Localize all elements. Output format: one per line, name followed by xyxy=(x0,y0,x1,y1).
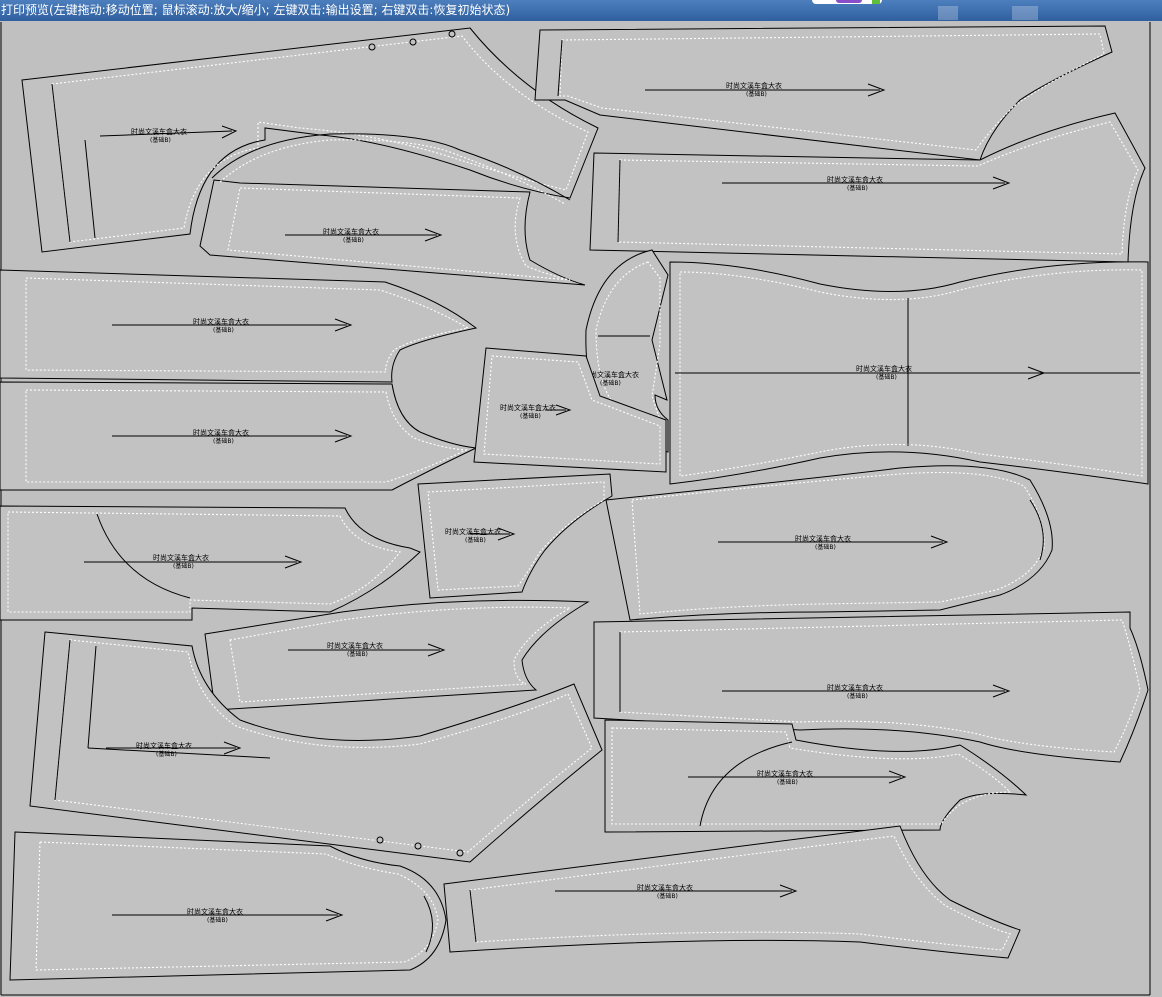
pattern-piece-10[interactable]: 时尚文溪车盒大衣 (基础B) xyxy=(0,505,421,621)
piece-label: 时尚文溪车盒大衣 xyxy=(856,364,912,373)
piece-sublabel: (基础B) xyxy=(213,437,234,445)
window-title: 打印预览(左键拖动:移动位置; 鼠标滚动:放大/缩小; 左键双击:输出设置; 右… xyxy=(1,3,511,17)
pattern-layout[interactable]: 时尚文溪车盒大衣 (基础B) 时尚文溪车盒大衣 (基础B) 时尚文溪车盒大衣 (… xyxy=(0,21,1162,997)
piece-sublabel: (基础B) xyxy=(347,650,368,658)
piece-sublabel: (基础B) xyxy=(213,326,234,334)
piece-label: 时尚文溪车盒大衣 xyxy=(323,227,379,236)
close-button-ghost[interactable] xyxy=(1012,6,1038,20)
piece-sublabel: (基础B) xyxy=(815,543,836,551)
window-titlebar[interactable]: 打印预览(左键拖动:移动位置; 鼠标滚动:放大/缩小; 左键双击:输出设置; 右… xyxy=(0,0,1162,21)
piece-sublabel: (基础B) xyxy=(847,692,868,700)
piece-label: 时尚文溪车盒大衣 xyxy=(500,403,556,412)
piece-sublabel: (基础B) xyxy=(156,750,177,758)
piece-sublabel: (基础B) xyxy=(520,412,541,420)
piece-sublabel: (基础B) xyxy=(657,892,678,900)
piece-sublabel: (基础B) xyxy=(343,236,364,244)
piece-sublabel: (基础B) xyxy=(150,136,171,144)
tray-status-icon xyxy=(872,0,880,4)
tray-app-icon xyxy=(836,0,862,3)
pattern-piece-5[interactable]: 时尚文溪车盒大衣 (基础B) xyxy=(0,269,478,383)
piece-sublabel: (基础B) xyxy=(207,916,228,924)
pattern-piece-18[interactable]: 时尚文溪车盒大衣 (基础B) xyxy=(443,825,1021,959)
pattern-piece-13[interactable]: 时尚文溪车盒大衣 (基础B) xyxy=(204,599,590,711)
piece-sublabel: (基础B) xyxy=(777,778,798,786)
piece-label: 时尚文溪车盒大衣 xyxy=(827,683,883,692)
pattern-piece-11[interactable]: 时尚文溪车盒大衣 (基础B) xyxy=(417,473,613,599)
piece-sublabel: (基础B) xyxy=(465,536,486,544)
piece-label: 时尚文溪车盒大衣 xyxy=(153,553,209,562)
pattern-piece-8[interactable]: 时尚文溪车盒大衣 (基础B) xyxy=(669,261,1149,485)
piece-label: 时尚文溪车盒大衣 xyxy=(795,534,851,543)
piece-label: 时尚文溪车盒大衣 xyxy=(193,317,249,326)
piece-label: 时尚文溪车盒大衣 xyxy=(757,769,813,778)
minimize-button-ghost[interactable] xyxy=(938,6,958,20)
pattern-piece-6[interactable]: 时尚文溪车盒大衣 (基础B) xyxy=(0,381,478,491)
pattern-piece-17[interactable]: 时尚文溪车盒大衣 (基础B) xyxy=(9,831,447,981)
piece-label: 时尚文溪车盒大衣 xyxy=(136,741,192,750)
piece-label: 时尚文溪车盒大衣 xyxy=(637,883,693,892)
piece-label: 时尚文溪车盒大衣 xyxy=(187,907,243,916)
piece-sublabel: (基础B) xyxy=(173,562,194,570)
piece-label: 时尚文溪车盒大衣 xyxy=(445,527,501,536)
piece-sublabel: (基础B) xyxy=(876,373,897,381)
piece-sublabel: (基础B) xyxy=(746,90,767,98)
piece-label: 时尚文溪车盒大衣 xyxy=(327,641,383,650)
piece-sublabel: (基础B) xyxy=(600,379,621,387)
piece-sublabel: (基础B) xyxy=(847,184,868,192)
piece-label: 时尚文溪车盒大衣 xyxy=(131,127,187,136)
piece-label: 时尚文溪车盒大衣 xyxy=(827,175,883,184)
print-preview-canvas[interactable]: 时尚文溪车盒大衣 (基础B) 时尚文溪车盒大衣 (基础B) 时尚文溪车盒大衣 (… xyxy=(0,21,1162,997)
piece-label: 时尚文溪车盒大衣 xyxy=(193,428,249,437)
pattern-piece-12[interactable]: 时尚文溪车盒大衣 (基础B) xyxy=(605,465,1053,621)
piece-label: 时尚文溪车盒大衣 xyxy=(726,81,782,90)
